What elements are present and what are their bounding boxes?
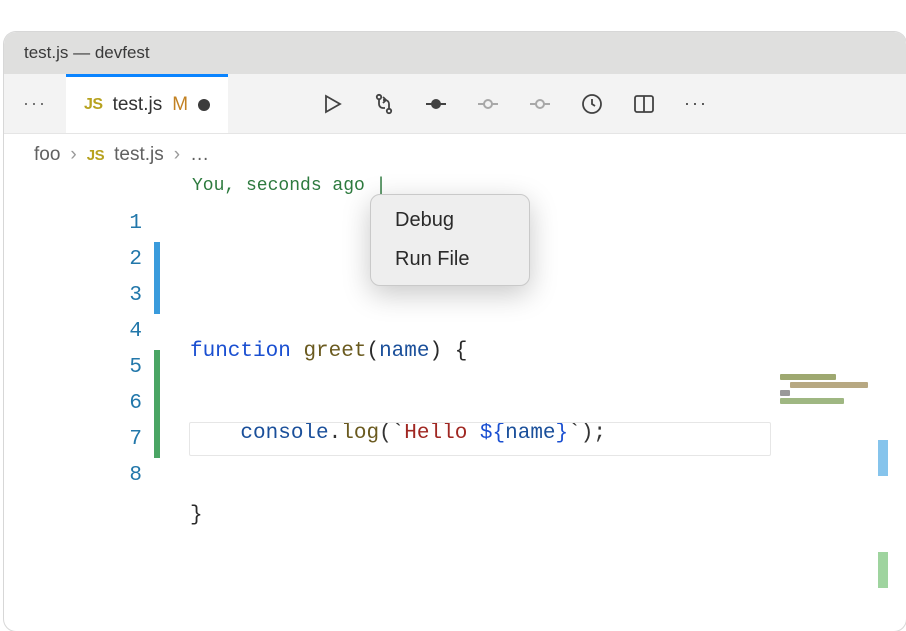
line-number: 6: [4, 386, 142, 422]
breadcrumb-more[interactable]: …: [190, 144, 209, 166]
line-number: 4: [4, 314, 142, 350]
git-commit-next-icon[interactable]: [526, 90, 554, 118]
current-line-highlight: [189, 422, 771, 456]
tab-bar: ··· JS test.js M: [4, 74, 906, 134]
code-line: [190, 580, 668, 616]
js-file-icon: JS: [84, 96, 103, 114]
menu-item-run-file[interactable]: Run File: [377, 240, 523, 279]
timeline-icon[interactable]: [578, 90, 606, 118]
sidebar-overflow-icon[interactable]: ···: [4, 93, 66, 114]
more-actions-icon[interactable]: ···: [682, 90, 710, 118]
git-change-bar-added: [154, 350, 160, 458]
js-file-icon: JS: [87, 147, 104, 164]
split-editor-icon[interactable]: [630, 90, 658, 118]
menu-item-debug[interactable]: Debug: [377, 201, 523, 240]
window-title: test.js — devfest: [24, 43, 150, 63]
window-titlebar: test.js — devfest: [4, 32, 906, 74]
minimap-marker: [878, 440, 888, 476]
line-number: 7: [4, 422, 142, 458]
code-line: }: [190, 498, 668, 534]
line-number: 8: [4, 458, 142, 494]
editor-window: test.js — devfest ··· JS test.js M: [4, 32, 906, 631]
line-number-gutter: 1 2 3 4 5 6 7 8: [4, 176, 154, 631]
run-dropdown-menu: Debug Run File: [370, 194, 530, 286]
line-number: 1: [4, 206, 142, 242]
breadcrumb[interactable]: foo › JS test.js › …: [4, 134, 906, 176]
line-number: 5: [4, 350, 142, 386]
chevron-right-icon: ›: [174, 144, 180, 166]
editor-toolbar: ···: [228, 90, 906, 118]
line-number: 2: [4, 242, 142, 278]
git-change-bar-modified: [154, 242, 160, 314]
breadcrumb-folder[interactable]: foo: [34, 144, 60, 166]
git-modified-badge: M: [172, 94, 188, 116]
line-number: 3: [4, 278, 142, 314]
run-play-icon[interactable]: [318, 90, 346, 118]
git-commit-current-icon[interactable]: [422, 90, 450, 118]
minimap-marker: [878, 552, 888, 588]
breadcrumb-file[interactable]: test.js: [114, 144, 164, 166]
code-line: function greet(name) {: [190, 334, 668, 370]
chevron-right-icon: ›: [70, 144, 76, 166]
git-compare-icon[interactable]: [370, 90, 398, 118]
git-commit-prev-icon[interactable]: [474, 90, 502, 118]
minimap[interactable]: [780, 374, 880, 474]
unsaved-indicator-icon: [198, 99, 210, 111]
tab-testjs[interactable]: JS test.js M: [66, 74, 228, 133]
tab-filename: test.js: [113, 94, 163, 116]
git-blame-header: You, seconds ago |: [192, 176, 386, 196]
